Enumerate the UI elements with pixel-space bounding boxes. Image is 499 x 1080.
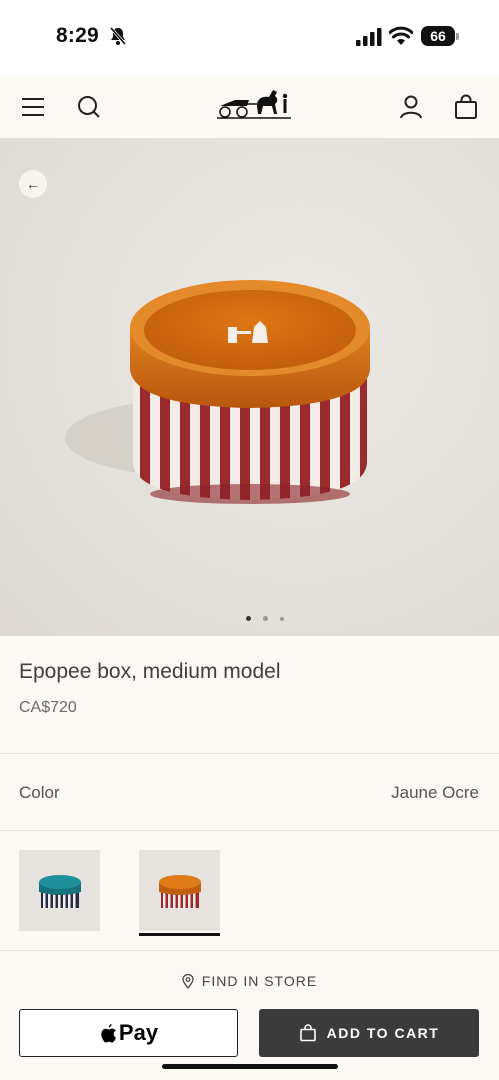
teal-box-thumbnail (19, 850, 100, 931)
image-pagination-dots (246, 616, 286, 624)
wifi-icon (389, 26, 413, 45)
pagination-dot (280, 617, 284, 621)
status-time: 8:29 (56, 24, 99, 47)
swatch-teal[interactable] (19, 850, 100, 931)
shopping-bag-icon (299, 1024, 316, 1042)
apple-logo-icon (101, 1023, 116, 1042)
divider (0, 950, 499, 951)
orange-box-thumbnail (139, 850, 220, 931)
shopping-bag-icon[interactable] (453, 94, 479, 120)
battery-indicator: 66 (421, 26, 455, 46)
swatch-orange[interactable] (139, 850, 220, 931)
add-to-cart-label: ADD TO CART (326, 1025, 440, 1041)
divider (0, 830, 499, 831)
location-pin-icon (182, 973, 194, 989)
product-image[interactable] (0, 138, 499, 636)
account-icon[interactable] (398, 94, 424, 120)
back-arrow-icon[interactable]: ← (19, 170, 47, 198)
product-title: Epopee box, medium model (19, 660, 281, 683)
home-indicator[interactable] (162, 1064, 338, 1069)
search-icon[interactable] (76, 94, 102, 120)
bell-slash-icon (109, 27, 127, 45)
add-to-cart-button[interactable]: ADD TO CART (259, 1009, 479, 1057)
pagination-dot-active (246, 616, 251, 621)
swatch-selected-indicator (139, 933, 220, 936)
apple-pay-label: Pay (118, 1020, 159, 1045)
color-value: Jaune Ocre (391, 783, 479, 802)
apple-pay-button[interactable]: Pay (19, 1009, 238, 1057)
divider (0, 753, 499, 754)
cellular-signal-icon (356, 28, 382, 46)
battery-cap (456, 33, 459, 40)
find-in-store-link[interactable]: FIND IN STORE (0, 973, 499, 989)
find-in-store-label: FIND IN STORE (201, 973, 318, 989)
horse-carriage-logo[interactable] (215, 84, 293, 122)
product-price: CA$720 (19, 699, 77, 716)
pagination-dot (263, 616, 268, 621)
menu-icon[interactable] (20, 94, 46, 120)
epopee-box-image (0, 138, 499, 636)
color-label: Color (19, 783, 60, 802)
